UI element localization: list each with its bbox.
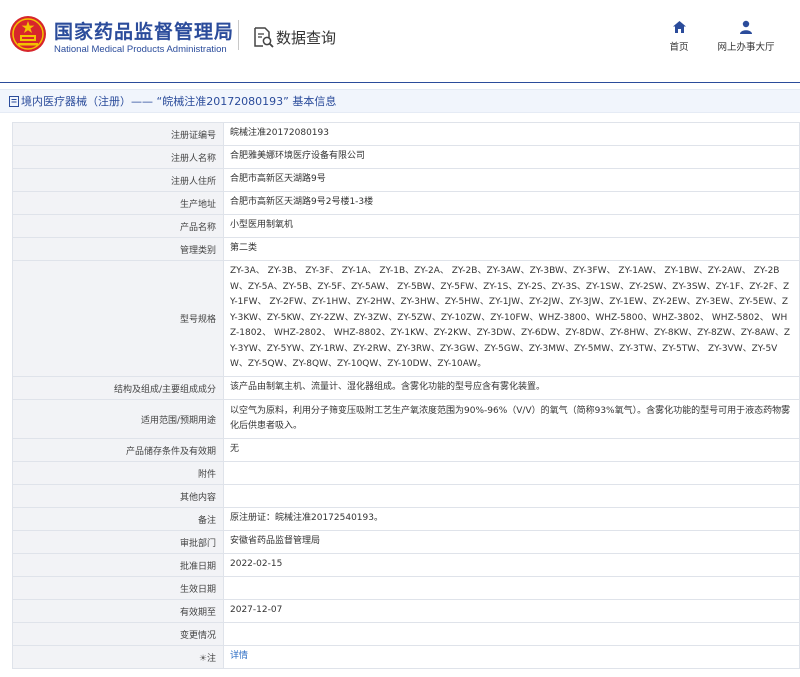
label-note-text: 注 [206,653,216,664]
value-attachment [223,461,800,485]
label-expiry-date: 有效期至 [12,599,224,623]
label-effective-date: 生效日期 [12,576,224,600]
nav-online-service-hall[interactable]: 网上办事大厅 [714,20,778,53]
breadcrumb-text: 境内医疗器械（注册）—— “皖械注准20172080193” 基本信息 [21,95,337,108]
label-attachment: 附件 [12,461,224,485]
site-title: 国家药品监督管理局 [54,21,235,43]
label-other: 其他内容 [12,484,224,508]
document-icon [9,95,19,107]
nav-hall-label: 网上办事大厅 [717,42,775,53]
home-icon [672,21,686,33]
header-underline [0,82,800,83]
row-attachment: 附件 [12,461,800,485]
row-models: 型号规格 ZY-3A、 ZY-3B、 ZY-3F、 ZY-1A、 ZY-1B、Z… [12,260,800,377]
details-link[interactable]: 详情 [230,651,248,661]
data-search-icon [254,27,274,48]
value-address: 合肥市高新区天湖路9号 [223,168,800,192]
label-approval-dept: 审批部门 [12,530,224,554]
data-query-label: 数据查询 [276,29,337,47]
label-changes: 变更情况 [12,622,224,646]
header-divider [238,20,239,50]
nav-home-label: 首页 [669,42,689,53]
row-remarks: 备注 原注册证：皖械注准20172540193。 [12,507,800,531]
value-category: 第二类 [223,237,800,261]
row-storage: 产品储存条件及有效期 无 [12,438,800,462]
row-approval-dept: 审批部门 安徽省药品监督管理局 [12,530,800,554]
row-registrant: 注册人名称 合肥雅美娜环境医疗设备有限公司 [12,145,800,169]
row-expiry-date: 有效期至 2027-12-07 [12,599,800,623]
row-production-address: 生产地址 合肥市高新区天湖路9号2号楼1-3楼 [12,191,800,215]
label-product-name: 产品名称 [12,214,224,238]
label-production-address: 生产地址 [12,191,224,215]
value-note: 详情 [223,645,800,669]
value-reg-no: 皖械注准20172080193 [223,122,800,146]
value-other [223,484,800,508]
label-remarks: 备注 [12,507,224,531]
value-expiry-date: 2027-12-07 [223,599,800,623]
label-structure: 结构及组成/主要组成成分 [12,376,224,400]
row-product-name: 产品名称 小型医用制氧机 [12,214,800,238]
sun-icon: ☀ [198,653,207,664]
row-other: 其他内容 [12,484,800,508]
row-structure: 结构及组成/主要组成成分 该产品由制氧主机、流量计、湿化器组成。含雾化功能的型号… [12,376,800,400]
label-address: 注册人住所 [12,168,224,192]
value-approval-date: 2022-02-15 [223,553,800,577]
value-approval-dept: 安徽省药品监督管理局 [223,530,800,554]
row-scope: 适用范围/预期用途 以空气为原料，利用分子筛变压吸附工艺生产氧浓度范围为90%-… [12,399,800,439]
value-structure: 该产品由制氧主机、流量计、湿化器组成。含雾化功能的型号应含有雾化装置。 [223,376,800,400]
device-detail-table: 注册证编号 皖械注准20172080193 注册人名称 合肥雅美娜环境医疗设备有… [12,122,800,669]
row-address: 注册人住所 合肥市高新区天湖路9号 [12,168,800,192]
value-remarks: 原注册证：皖械注准20172540193。 [223,507,800,531]
national-emblem-icon [10,16,46,52]
label-category: 管理类别 [12,237,224,261]
row-category: 管理类别 第二类 [12,237,800,261]
value-storage: 无 [223,438,800,462]
label-scope: 适用范围/预期用途 [12,399,224,439]
site-title-english: National Medical Products Administration [54,44,227,55]
label-registrant: 注册人名称 [12,145,224,169]
value-production-address: 合肥市高新区天湖路9号2号楼1-3楼 [223,191,800,215]
row-reg-no: 注册证编号 皖械注准20172080193 [12,122,800,146]
row-changes: 变更情况 [12,622,800,646]
label-approval-date: 批准日期 [12,553,224,577]
site-header: 国家药品监督管理局 National Medical Products Admi… [0,0,800,82]
value-changes [223,622,800,646]
row-approval-date: 批准日期 2022-02-15 [12,553,800,577]
value-registrant: 合肥雅美娜环境医疗设备有限公司 [223,145,800,169]
user-icon [740,20,752,34]
label-note: ☀注 [12,645,224,669]
nav-home[interactable]: 首页 [664,20,694,53]
value-effective-date [223,576,800,600]
value-scope: 以空气为原料，利用分子筛变压吸附工艺生产氧浓度范围为90%-96%（V/V）的氧… [223,399,800,439]
breadcrumb: 境内医疗器械（注册）—— “皖械注准20172080193” 基本信息 [0,89,800,113]
value-product-name: 小型医用制氧机 [223,214,800,238]
label-models: 型号规格 [12,260,224,377]
row-effective-date: 生效日期 [12,576,800,600]
row-note: ☀注 详情 [12,645,800,669]
label-reg-no: 注册证编号 [12,122,224,146]
label-storage: 产品储存条件及有效期 [12,438,224,462]
value-models: ZY-3A、 ZY-3B、 ZY-3F、 ZY-1A、 ZY-1B、ZY-2A、… [223,260,800,377]
